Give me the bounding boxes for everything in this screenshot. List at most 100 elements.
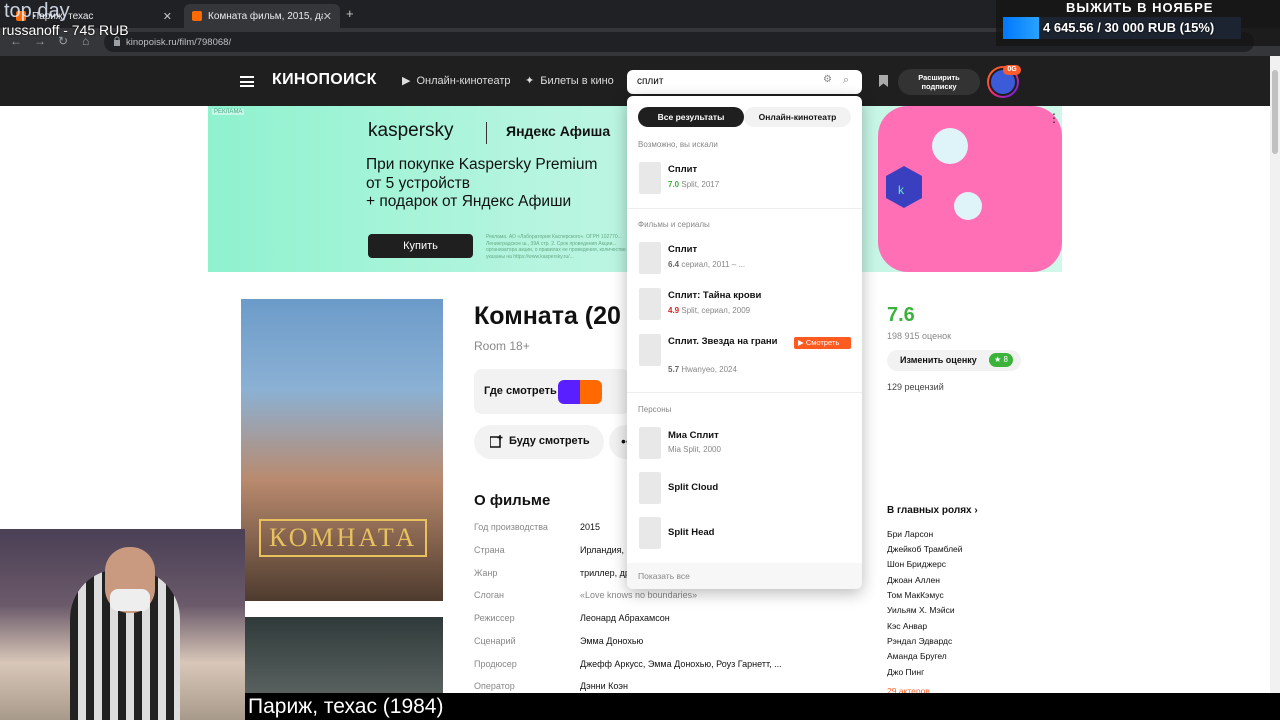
where-to-watch-label: Где смотреть (484, 385, 557, 397)
about-key: Слоган (474, 590, 504, 600)
film-still[interactable] (245, 617, 443, 697)
ticket-icon: ✦ (525, 75, 535, 87)
where-to-watch-button[interactable]: Где смотреть (474, 369, 630, 414)
result-rating: 4.9 (668, 306, 680, 315)
nav-label: Онлайн-кинотеатр (416, 74, 511, 87)
ad-buy-button[interactable]: Купить (368, 234, 473, 258)
reviews-count[interactable]: 129 рецензий (887, 382, 944, 392)
actor-link[interactable]: Аманда Бругел (887, 651, 947, 661)
about-value[interactable]: Джефф Аркусс, Эмма Донохью, Роуз Гарнетт… (580, 659, 800, 669)
film-rating: 7.6 (887, 304, 915, 326)
votes-count: 198 915 оценок (887, 331, 952, 341)
user-rating-badge: ★ 8 (989, 353, 1013, 367)
ad-label: РЕКЛАМА (212, 109, 245, 115)
actor-link[interactable]: Том МакКэмус (887, 590, 944, 600)
section-heading: Фильмы и сериалы (638, 220, 710, 229)
new-tab-icon[interactable]: + (346, 6, 354, 21)
show-all-link[interactable]: Показать все (627, 563, 862, 589)
nav-online-cinema[interactable]: ▶ Онлайн-кинотеатр (402, 74, 511, 88)
play-icon: ▶ (402, 75, 411, 87)
section-heading: Персоны (638, 405, 672, 414)
watch-now-badge[interactable]: ▶ Смотреть (794, 337, 851, 349)
more-options-icon[interactable]: ⋮ (1048, 111, 1060, 125)
svg-text:k: k (898, 183, 905, 197)
actor-link[interactable]: Бри Ларсон (887, 529, 933, 539)
ad-legal-text: Реклама. АО «Лаборатория Касперского». О… (486, 234, 630, 260)
actor-link[interactable]: Рэндал Эдвардс (887, 636, 952, 646)
result-meta-text: Split, сериал, 2009 (681, 306, 751, 315)
add-bookmark-icon (490, 435, 503, 448)
about-key: Страна (474, 545, 505, 555)
result-title[interactable]: Сплит. Звезда на грани (668, 336, 778, 348)
about-key: Год производства (474, 522, 548, 532)
close-icon[interactable]: ✕ (163, 10, 172, 23)
tab-title: Комната фильм, 2015, дата вы... (208, 10, 323, 22)
tab-online-cinema[interactable]: Онлайн-кинотеатр (744, 107, 851, 127)
filter-icon[interactable]: ⚙ (823, 74, 832, 85)
ad-divider (486, 122, 487, 144)
result-title[interactable]: Сплит (668, 164, 697, 176)
poster-title: КОМНАТА (259, 519, 428, 557)
tab-all-results[interactable]: Все результаты (638, 107, 744, 127)
streamer-webcam (0, 529, 245, 720)
close-icon[interactable]: ✕ (323, 10, 332, 23)
actor-link[interactable]: Джоан Аллен (887, 575, 940, 585)
last-donation: russanoff - 745 RUB (2, 22, 129, 38)
streaming-service-icon[interactable] (558, 380, 602, 404)
bookmark-icon[interactable] (879, 75, 888, 87)
divider (627, 208, 862, 209)
will-watch-label: Буду смотреть (509, 435, 590, 447)
stream-caption: Париж, техас (1984) (245, 693, 1280, 720)
kinopoisk-logo[interactable]: КИНОПОИСК (272, 71, 377, 89)
about-heading: О фильме (474, 492, 551, 509)
subscribe-button[interactable]: Расширить подписку (898, 69, 980, 95)
ad-line: При покупке Kaspersky Premium (366, 156, 598, 173)
person-meta: Mia Split, 2000 (668, 445, 721, 454)
streamer-mask (110, 589, 150, 611)
result-meta: 4.9 Split, сериал, 2009 (668, 306, 750, 315)
about-value[interactable]: Эмма Донохью (580, 636, 800, 646)
actor-link[interactable]: Джо Пинг (887, 667, 924, 677)
search-icon[interactable]: ⌕ (843, 74, 849, 87)
ad-line: от 5 устройств (366, 174, 471, 192)
search-suggestions-dropdown: Все результаты Онлайн-кинотеатр Возможно… (627, 96, 862, 589)
search-value: сплит (637, 76, 664, 87)
ad-decoration-icon: k (878, 106, 1062, 272)
film-poster[interactable]: КОМНАТА (241, 299, 443, 601)
about-value[interactable]: Дэнни Коэн (580, 681, 800, 691)
person-name[interactable]: Split Cloud (668, 482, 718, 494)
change-rating-label: Изменить оценку (900, 355, 977, 365)
result-rating: 7.0 (668, 180, 680, 189)
about-key: Оператор (474, 681, 515, 691)
main-roles-label: В главных ролях (887, 505, 972, 516)
subscribe-line2: подписку (921, 82, 957, 91)
about-key: Продюсер (474, 659, 517, 669)
result-thumbnail (639, 242, 661, 274)
page-scrollbar[interactable] (1270, 56, 1280, 693)
main-roles-heading[interactable]: В главных ролях › (887, 505, 978, 516)
search-input[interactable]: сплит ⚙ ⌕ (627, 70, 862, 94)
scrollbar-thumb[interactable] (1272, 70, 1278, 154)
result-title[interactable]: Сплит: Тайна крови (668, 290, 761, 302)
result-thumbnail (639, 162, 661, 194)
browser-tab-active[interactable]: Комната фильм, 2015, дата вы... ✕ (184, 4, 340, 28)
about-value[interactable]: Леонард Абрахамсон (580, 613, 800, 623)
actor-link[interactable]: Шон Бриджерс (887, 559, 946, 569)
about-key: Сценарий (474, 636, 516, 646)
actor-link[interactable]: Джейкоб Трамблей (887, 544, 963, 554)
actor-link[interactable]: Кэс Анвар (887, 621, 927, 631)
menu-icon[interactable] (240, 76, 254, 87)
actor-link[interactable]: Уильям Х. Мэйси (887, 605, 955, 615)
about-key: Жанр (474, 568, 498, 578)
nav-tickets[interactable]: ✦ Билеты в кино (525, 74, 614, 88)
result-title[interactable]: Сплит (668, 244, 697, 256)
result-meta: 7.0 Split, 2017 (668, 180, 719, 189)
person-name[interactable]: Миа Сплит (668, 430, 719, 442)
result-thumbnail (639, 334, 661, 366)
person-name[interactable]: Split Head (668, 527, 714, 539)
donation-goal-text: 4 645.56 / 30 000 RUB (15%) (1043, 20, 1215, 35)
kaspersky-logo: kaspersky (368, 120, 454, 141)
chevron-right-icon: › (974, 505, 978, 516)
film-original-title: Room 18+ (474, 339, 530, 353)
result-rating: 5.7 (668, 365, 680, 374)
